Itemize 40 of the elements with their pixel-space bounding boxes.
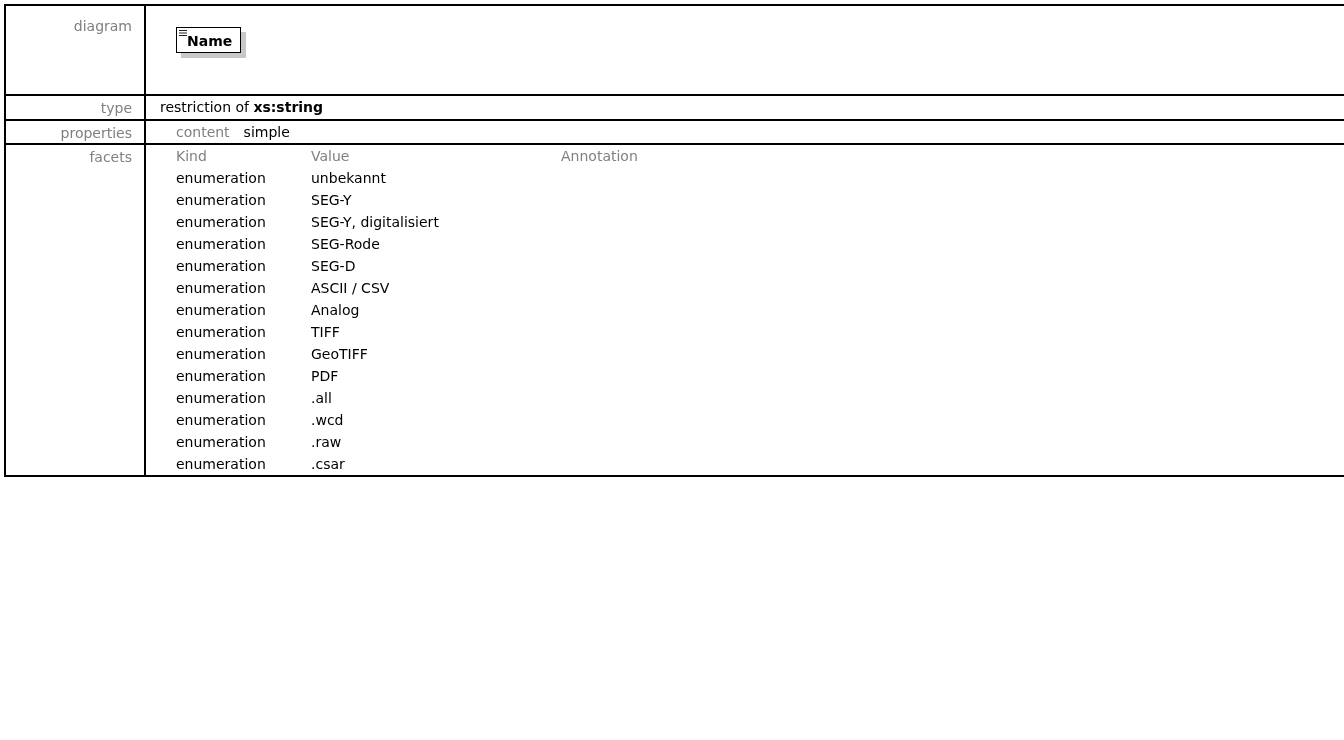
facet-kind: enumeration (176, 456, 267, 472)
facet-value: .wcd (311, 412, 345, 428)
facet-value: SEG-Y (311, 192, 353, 208)
column-header: Annotation (561, 148, 639, 164)
column-header: Value (311, 148, 351, 164)
facet-kind: enumeration (176, 302, 267, 318)
facet-kind: enumeration (176, 390, 267, 406)
property-value: simple (243, 124, 290, 140)
facet-kind: enumeration (176, 236, 267, 252)
facet-kind: enumeration (176, 434, 267, 450)
facet-value: TIFF (311, 324, 341, 340)
facet-value: .raw (311, 434, 343, 450)
facet-kind: enumeration (176, 192, 267, 208)
lines-icon (179, 30, 187, 37)
element-name: Name (187, 33, 233, 49)
facet-kind: enumeration (176, 368, 267, 384)
facet-value: PDF (311, 368, 340, 384)
row-label: type (100, 100, 132, 116)
facet-value: .csar (311, 456, 346, 472)
property-key: content (176, 124, 230, 140)
facet-value: SEG-Rode (311, 236, 381, 252)
facet-kind: enumeration (176, 170, 267, 186)
facet-kind: enumeration (176, 258, 267, 274)
facet-kind: enumeration (176, 214, 267, 230)
facet-value: GeoTIFF (311, 346, 369, 362)
facet-kind: enumeration (176, 324, 267, 340)
type-text: restriction of xs:string (160, 99, 324, 115)
facet-value: SEG-D (311, 258, 357, 274)
facet-kind: enumeration (176, 412, 267, 428)
row-label: diagram (73, 18, 132, 34)
row-label: properties (60, 125, 132, 141)
facet-kind: enumeration (176, 280, 267, 296)
facet-kind: enumeration (176, 346, 267, 362)
facet-value: .all (311, 390, 333, 406)
facet-value: unbekannt (311, 170, 387, 186)
facet-value: ASCII / CSV (311, 280, 391, 296)
facet-value: SEG-Y, digitalisiert (311, 214, 440, 230)
facet-value: Analog (311, 302, 361, 318)
row-label: facets (89, 149, 132, 165)
column-header: Kind (176, 148, 208, 164)
